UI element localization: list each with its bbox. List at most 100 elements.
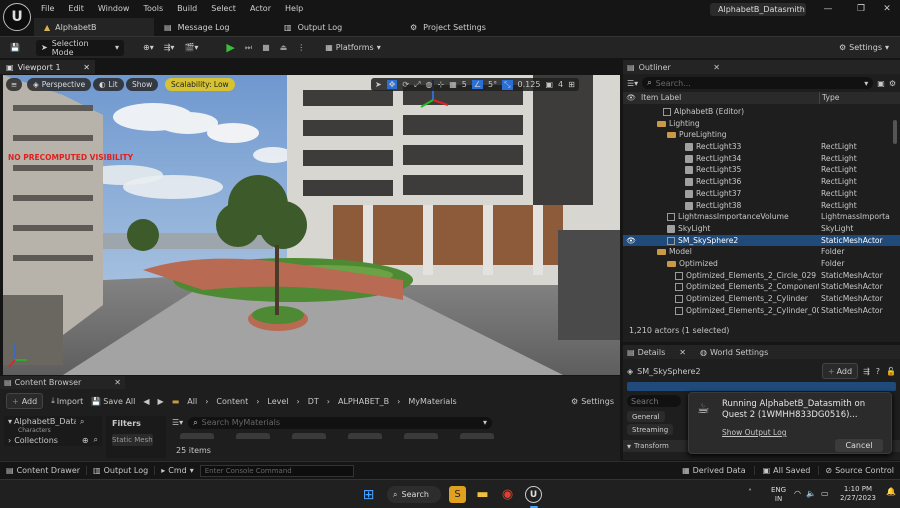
lit-button[interactable]: ◐ Lit xyxy=(93,78,124,91)
unreal-taskbar-icon[interactable]: U xyxy=(525,486,542,503)
chevron-up-icon[interactable]: ˄ xyxy=(748,488,752,497)
outliner-row[interactable]: RectLight38 RectLight xyxy=(623,200,900,212)
menu-tools[interactable]: Tools xyxy=(136,0,170,18)
chrome-icon[interactable]: ◉ xyxy=(499,486,516,503)
content-browser-tab[interactable]: ▤ Content Browser ✕ xyxy=(0,376,125,389)
world-icon[interactable]: ◍ xyxy=(426,80,433,89)
eye-icon[interactable]: 👁 xyxy=(626,235,636,247)
derived-data-button[interactable]: ▦ Derived Data xyxy=(674,466,754,475)
outliner-row[interactable]: SkyLight SkyLight xyxy=(623,223,900,235)
menu-actor[interactable]: Actor xyxy=(243,0,278,18)
search-icon[interactable]: ⌕ xyxy=(80,417,84,427)
details-search-input[interactable]: Search xyxy=(627,395,681,407)
language-indicator[interactable]: ENG IN xyxy=(771,486,786,504)
more-options-icon[interactable]: ⋮ xyxy=(292,40,310,56)
add-component-button[interactable]: + Add xyxy=(821,363,859,379)
outliner-row[interactable]: Lighting xyxy=(623,118,900,130)
select-icon[interactable]: ➤ xyxy=(375,80,382,89)
grid-snap-icon[interactable]: ▦ xyxy=(449,80,457,89)
outliner-row[interactable]: Optimized Folder xyxy=(623,258,900,270)
eye-icon[interactable]: 👁 xyxy=(626,92,636,104)
close-icon[interactable]: ✕ xyxy=(83,63,90,72)
add-collection-icon[interactable]: ⊕ xyxy=(82,436,89,445)
menu-edit[interactable]: Edit xyxy=(61,0,91,18)
step-icon[interactable]: ⏭ xyxy=(240,40,257,56)
filter-static-mesh[interactable]: Static Mesh xyxy=(112,434,153,446)
col-type[interactable]: Type xyxy=(819,92,891,104)
blueprint-icon[interactable]: ⇶▾ xyxy=(159,40,180,56)
col-item-label[interactable]: Item Label xyxy=(641,92,681,104)
cinematics-icon[interactable]: 🎬▾ xyxy=(179,40,203,56)
close-icon[interactable]: ✕ xyxy=(713,63,720,72)
outliner-row[interactable]: RectLight34 RectLight xyxy=(623,153,900,165)
outliner-row[interactable]: PureLighting xyxy=(623,129,900,141)
breadcrumb-dt[interactable]: DT xyxy=(308,397,319,406)
import-button[interactable]: ⤓ Import xyxy=(51,396,83,406)
tab-world-settings[interactable]: ◍ World Settings xyxy=(700,348,768,357)
cmd-dropdown[interactable]: ▸ Cmd ▾ xyxy=(154,466,200,475)
output-log-button[interactable]: ▥ Output Log xyxy=(86,466,154,475)
asset-tile[interactable] xyxy=(236,433,270,439)
menu-help[interactable]: Help xyxy=(278,0,310,18)
asset-tile[interactable] xyxy=(180,433,214,439)
save-icon[interactable]: 💾 xyxy=(6,40,24,56)
camera-speed-icon[interactable]: ▣ xyxy=(545,80,553,89)
breadcrumb-level[interactable]: Level xyxy=(267,397,288,406)
filter-icon[interactable]: ☰▾ xyxy=(627,79,638,88)
lock-icon[interactable]: 🔓 xyxy=(886,367,896,376)
show-output-log-link[interactable]: Show Output Log xyxy=(722,428,786,437)
scale-snap-icon[interactable]: ⤡ xyxy=(502,79,513,90)
tree-root[interactable]: ▾ AlphabetB_Datas ⌕ xyxy=(4,416,102,427)
file-explorer-icon[interactable]: ▬ xyxy=(474,486,491,503)
tab-output-log[interactable]: ▥ Output Log xyxy=(274,18,400,36)
outliner-row[interactable]: Optimized_Elements_2_Circle_029 StaticMes… xyxy=(623,270,900,282)
search-icon[interactable]: ⌕ xyxy=(94,435,98,445)
settings-dropdown[interactable]: ⚙ Settings ▾ xyxy=(834,40,894,56)
outliner-scrollbar[interactable] xyxy=(893,120,897,144)
breadcrumb-alphabet-b[interactable]: ALPHABET_B xyxy=(338,397,389,406)
platforms-dropdown[interactable]: ▦ Platforms ▾ xyxy=(320,40,385,56)
viewport-menu-icon[interactable]: ≡ xyxy=(6,78,22,91)
outliner-row[interactable]: Optimized_Elements_2_Cylinder_001 StaticM… xyxy=(623,305,900,317)
outliner-row[interactable]: RectLight33 RectLight xyxy=(623,141,900,153)
asset-tile[interactable] xyxy=(348,433,382,439)
stop-icon[interactable]: ■ xyxy=(257,40,275,56)
translate-icon[interactable]: ✥ xyxy=(386,80,398,89)
asset-tile[interactable] xyxy=(460,433,494,439)
collections-row[interactable]: › Collections ⊕ ⌕ xyxy=(4,434,102,446)
eject-icon[interactable]: ⏏ xyxy=(275,40,293,56)
console-input[interactable]: Enter Console Command xyxy=(199,464,354,477)
save-all-button[interactable]: 💾 Save All xyxy=(91,397,135,406)
filter-icon[interactable]: ☰▾ xyxy=(172,418,183,427)
settings-icon[interactable]: ⚙ xyxy=(889,79,896,88)
scalability-badge[interactable]: Scalability: Low xyxy=(165,78,235,91)
component-tree-row[interactable] xyxy=(627,382,896,391)
history-forward-icon[interactable]: ▶ xyxy=(158,397,164,406)
system-tray[interactable]: ◠ 🔈 ▭ xyxy=(794,489,829,498)
tab-alphabetb[interactable]: ▲ AlphabetB xyxy=(34,18,154,36)
breadcrumb-content[interactable]: Content xyxy=(216,397,248,406)
clock[interactable]: 1:10 PM 2/27/2023 xyxy=(840,485,876,503)
tab-details[interactable]: ▤ Details ✕ xyxy=(627,348,686,357)
outliner-row[interactable]: Optimized_Elements_2_Cylinder StaticMeshA… xyxy=(623,293,900,305)
outliner-row[interactable]: AlphabetB (Editor) xyxy=(623,106,900,118)
outliner-row[interactable]: Optimized_Elements_2_Component_ StaticMes… xyxy=(623,281,900,293)
breadcrumb-all[interactable]: All xyxy=(187,397,197,406)
angle-snap-value[interactable]: 5° xyxy=(488,80,497,89)
grid-snap-value[interactable]: 5 xyxy=(462,80,467,89)
menu-select[interactable]: Select xyxy=(204,0,243,18)
selection-mode-dropdown[interactable]: ➤ Selection Mode ▾ xyxy=(36,39,124,57)
source-control-button[interactable]: ⊘ Source Control xyxy=(818,466,900,475)
show-button[interactable]: Show xyxy=(126,78,159,91)
close-icon[interactable]: ✕ xyxy=(872,1,900,17)
sublime-icon[interactable]: S xyxy=(449,486,466,503)
add-actor-icon[interactable]: ⊕▾ xyxy=(138,40,159,56)
viewport-tab[interactable]: ▣ Viewport 1 ✕ xyxy=(0,60,95,74)
close-icon[interactable]: ✕ xyxy=(114,378,121,387)
add-button[interactable]: + Add xyxy=(6,393,44,409)
outliner-tab[interactable]: ▤ Outliner ✕ xyxy=(623,60,900,74)
level-viewport[interactable]: ≡ ◈ Perspective ◐ Lit Show Scalability: … xyxy=(3,75,620,375)
outliner-row[interactable]: RectLight35 RectLight xyxy=(623,164,900,176)
surface-snap-icon[interactable]: ⊹ xyxy=(438,80,445,89)
menu-build[interactable]: Build xyxy=(170,0,204,18)
